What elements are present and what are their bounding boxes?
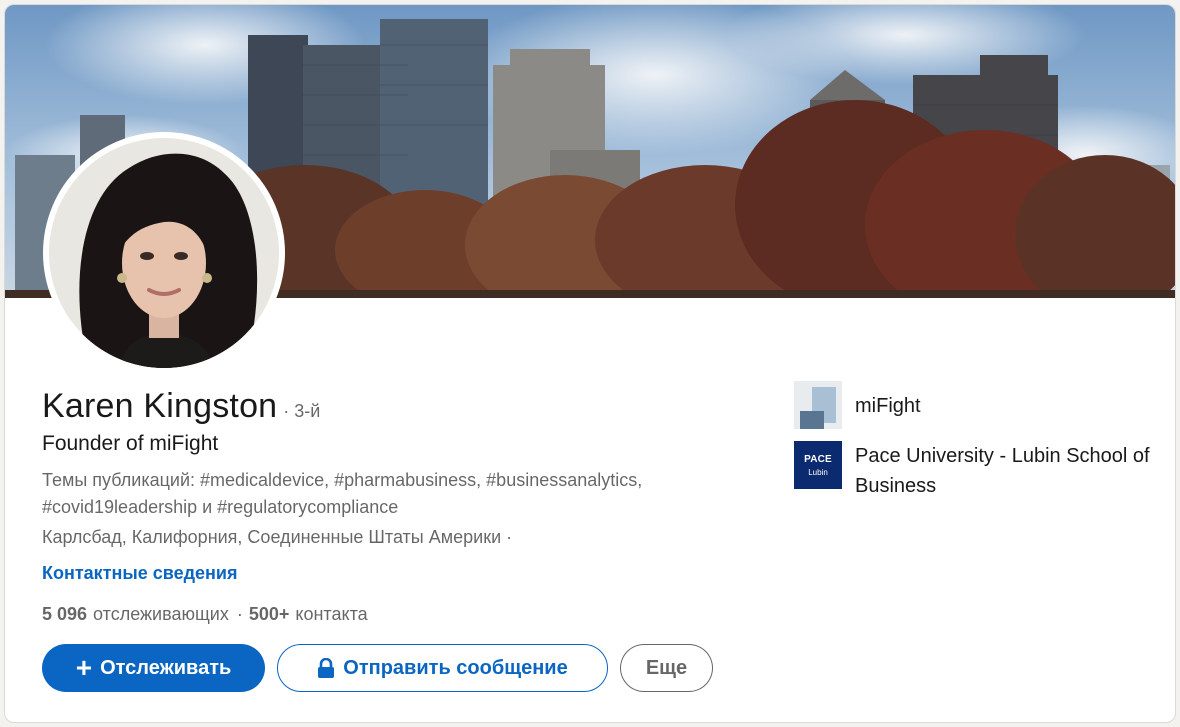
- send-message-label: Отправить сообщение: [343, 656, 568, 679]
- profile-stats: 5 096 отслеживающих · 500+ контакта: [42, 604, 368, 625]
- more-button-label: Еще: [645, 656, 688, 679]
- profile-name-row: Karen Kingston · 3-й: [42, 387, 320, 426]
- lock-icon: [318, 658, 335, 678]
- connections-count[interactable]: 500+: [249, 604, 290, 625]
- stats-separator: ·: [236, 604, 243, 624]
- profile-location: Карлсбад, Калифорния, Соединенные Штаты …: [42, 527, 513, 547]
- org-item-pace[interactable]: PACE Lubin Pace University - Lubin Schoo…: [794, 441, 1155, 501]
- follow-button[interactable]: + Отслеживать: [42, 644, 265, 692]
- profile-topics: Темы публикаций: #medicaldevice, #pharma…: [42, 470, 643, 517]
- more-button[interactable]: Еще: [620, 644, 713, 692]
- org-item-mifight[interactable]: miFight: [794, 381, 1155, 429]
- profile-avatar[interactable]: [43, 132, 285, 374]
- profile-name: Karen Kingston: [42, 387, 278, 425]
- followers-count: 5 096: [42, 604, 88, 624]
- org-name-mifight[interactable]: miFight: [855, 391, 1155, 421]
- follow-button-label: Отслеживать: [100, 656, 232, 679]
- followers-label: отслеживающих: [93, 604, 229, 624]
- connections-label[interactable]: контакта: [295, 604, 367, 625]
- send-message-button[interactable]: Отправить сообщение: [277, 644, 608, 692]
- connection-degree: · 3-й: [283, 401, 321, 421]
- pace-logo-text: PACE: [804, 453, 832, 465]
- mifight-logo-icon: [794, 381, 842, 429]
- contact-info-link[interactable]: Контактные сведения: [42, 563, 238, 584]
- plus-icon: +: [75, 652, 93, 683]
- org-name-pace[interactable]: Pace University - Lubin School of Busine…: [855, 441, 1155, 501]
- pace-logo-subtext: Lubin: [808, 467, 828, 477]
- profile-headline: Founder of miFight: [42, 432, 219, 455]
- pace-logo-icon: PACE Lubin: [794, 441, 842, 489]
- profile-card: Karen Kingston · 3-й Founder of miFight …: [4, 4, 1176, 723]
